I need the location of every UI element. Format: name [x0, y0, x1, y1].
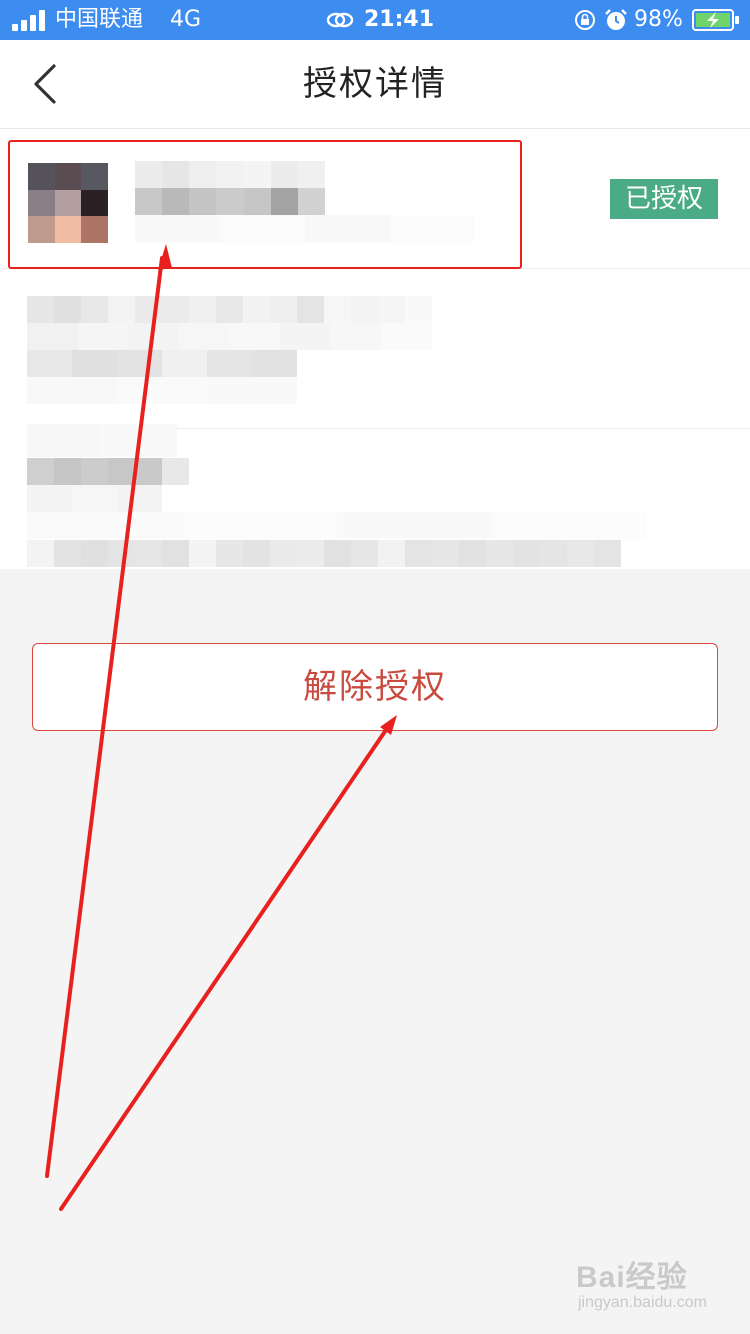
permission-detail-blurred — [27, 512, 647, 539]
link-icon — [326, 12, 354, 28]
permission-text-blurred-line2 — [27, 323, 432, 350]
watermark-brand: Bai经验 — [576, 1261, 688, 1294]
carrier-label: 中国联通 — [55, 7, 144, 32]
permission-text-blurred — [27, 296, 432, 323]
status-badge: 已授权 — [610, 179, 718, 219]
baidu-jingyan-watermark: Bai经验 jingyan.baidu.com — [576, 1252, 726, 1320]
watermark-url: jingyan.baidu.com — [578, 1294, 707, 1311]
highlight-box-annotation — [8, 140, 522, 269]
permission-text-blurred-line3 — [27, 350, 297, 377]
rotation-lock-icon — [575, 10, 595, 30]
network-label: 4G — [170, 7, 202, 32]
permission-title-blurred-line3 — [27, 485, 162, 512]
battery-percent: 98% — [634, 7, 683, 32]
status-bar: 中国联通 4G 21:41 98% — [0, 0, 750, 40]
permission-title-blurred — [27, 424, 177, 457]
arrow-line-2 — [59, 722, 392, 1211]
battery-charging-icon — [692, 9, 739, 31]
permission-detail-blurred-line2 — [27, 540, 621, 567]
permission-text-blurred-line4 — [27, 377, 297, 404]
divider — [176, 428, 750, 429]
nav-bar: 授权详情 — [0, 40, 750, 129]
permission-title-blurred-line2 — [27, 458, 189, 485]
page-title: 授权详情 — [303, 64, 447, 104]
unauthorize-button[interactable]: 解除授权 — [32, 643, 718, 731]
clock: 21:41 — [364, 7, 435, 32]
alarm-icon — [605, 9, 627, 30]
signal-icon — [12, 9, 48, 31]
